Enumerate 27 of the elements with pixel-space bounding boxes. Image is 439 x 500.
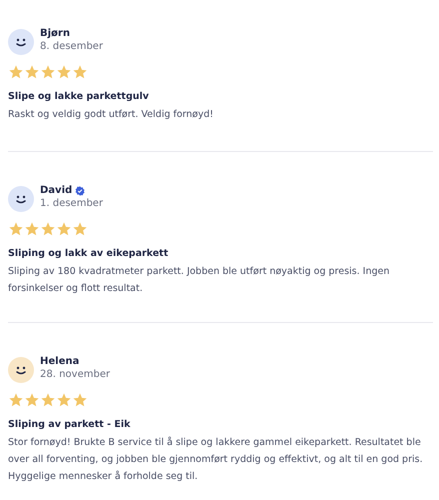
review-text: Stor fornøyd! Brukte B service til å slipe og lakkere gammel eikeparkett. Resultatet ble over all forventing, og jobben ble gjennomført ryddig og effektivt, og alt til en god pris. Hyggelige mennesker å forholde seg til. [8, 436, 424, 484]
star-icon [24, 221, 40, 237]
star-icon [24, 64, 40, 80]
star-icon [8, 392, 24, 408]
review-date: 28. november [40, 368, 110, 382]
star-icon [40, 64, 56, 80]
star-icon [8, 221, 24, 237]
star-icon [24, 392, 40, 408]
review-date: 8. desember [40, 40, 103, 54]
reviewer-name: David [40, 184, 72, 197]
star-icon [56, 392, 72, 408]
review-date: 1. desember [40, 197, 103, 211]
star-icon [72, 64, 88, 80]
star-icon [72, 221, 88, 237]
star-icon [40, 221, 56, 237]
star-icon [56, 64, 72, 80]
star-icon [56, 221, 72, 237]
review-text: Sliping av 180 kvadratmeter parkett. Jobben ble utført nøyaktig og presis. Ingen forsinkelser og flott resultat. [8, 265, 391, 296]
star-icon [72, 392, 88, 408]
review-title: Sliping og lakk av eikeparkett [8, 247, 170, 261]
star-icon [8, 64, 24, 80]
reviewer-name: Bjørn [40, 27, 70, 40]
review-title: Slipe og lakke parkettgulv [8, 90, 150, 104]
review-text: Raskt og veldig godt utført. Veldig fornøyd! [8, 108, 214, 122]
star-icon [40, 392, 56, 408]
review-title: Sliping av parkett - Eik [8, 418, 132, 432]
reviewer-name: Helena [40, 355, 80, 368]
